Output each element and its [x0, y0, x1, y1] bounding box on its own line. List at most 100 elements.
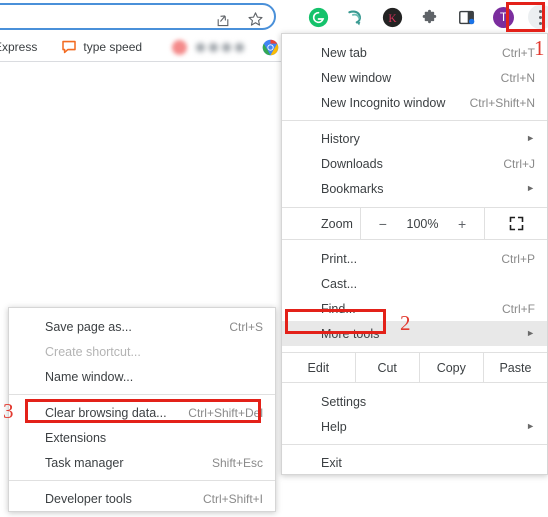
- menu-item-print[interactable]: Print... Ctrl+P: [282, 246, 547, 271]
- more-tools-submenu: Save page as... Ctrl+S Create shortcut..…: [8, 307, 276, 512]
- menu-item-label: Task manager: [45, 455, 124, 470]
- extensions-puzzle-icon[interactable]: [411, 2, 448, 32]
- annotation-number-1: 1: [534, 36, 545, 60]
- profile-avatar[interactable]: T: [485, 2, 522, 32]
- menu-item-label: Settings: [321, 394, 367, 409]
- bookmark-item-blurred[interactable]: [172, 39, 245, 55]
- menu-item-label: Create shortcut...: [45, 344, 141, 359]
- chevron-right-icon: ►: [526, 183, 535, 193]
- zoom-level-value: 100%: [406, 216, 439, 231]
- menu-item-label: New Incognito window: [321, 95, 446, 110]
- menu-item-label: Cast...: [321, 276, 358, 291]
- three-dot-kebab-icon: [527, 5, 548, 29]
- menu-item-new-window[interactable]: New window Ctrl+N: [282, 65, 547, 90]
- menu-item-history[interactable]: History ►: [282, 126, 547, 151]
- menu-item-shortcut: Ctrl+Shift+Del: [188, 405, 263, 420]
- menu-item-label: More tools: [321, 326, 380, 341]
- menu-item-shortcut: Ctrl+T: [502, 45, 535, 60]
- menu-item-exit[interactable]: Exit: [282, 450, 547, 475]
- menu-item-label: New tab: [321, 45, 367, 60]
- submenu-item-name-window[interactable]: Name window...: [9, 364, 275, 389]
- menu-item-shortcut: Shift+Esc: [211, 455, 263, 470]
- star-bookmark-icon[interactable]: [247, 11, 264, 28]
- bookmark-label: type speed: [83, 40, 143, 54]
- menu-item-shortcut: Ctrl+S: [229, 319, 263, 334]
- edit-label: Edit: [282, 353, 356, 382]
- copy-button[interactable]: Copy: [420, 353, 484, 382]
- zoom-label: Zoom: [321, 216, 353, 231]
- blurred-bookmark-label: [196, 42, 245, 52]
- save-to-extension-icon[interactable]: [337, 2, 374, 32]
- paste-button[interactable]: Paste: [484, 353, 547, 382]
- menu-item-shortcut: Ctrl+N: [500, 70, 535, 85]
- menu-item-cast[interactable]: Cast...: [282, 271, 547, 296]
- menu-item-settings[interactable]: Settings: [282, 389, 547, 414]
- browser-screenshot: K T xpress type speed New tab Ctrl+T New…: [0, 0, 548, 517]
- avatar-initial: T: [493, 6, 514, 28]
- zoom-row: Zoom − 100% +: [282, 207, 547, 240]
- fullscreen-button[interactable]: [485, 208, 547, 239]
- menu-item-help[interactable]: Help ►: [282, 414, 547, 439]
- menu-item-shortcut: Ctrl+Shift+N: [469, 95, 535, 110]
- zoom-out-button[interactable]: −: [375, 216, 391, 232]
- menu-item-label: Extensions: [45, 430, 107, 445]
- menu-item-find[interactable]: Find... Ctrl+F: [282, 296, 547, 321]
- submenu-item-create-shortcut: Create shortcut...: [9, 339, 275, 364]
- share-icon[interactable]: [215, 12, 231, 28]
- menu-divider: [9, 394, 275, 395]
- blurred-favicon: [172, 39, 188, 55]
- submenu-item-save-page-as[interactable]: Save page as... Ctrl+S: [9, 314, 275, 339]
- chat-bubble-icon: [61, 39, 77, 55]
- menu-item-more-tools[interactable]: More tools ►: [282, 321, 547, 346]
- menu-item-shortcut: Ctrl+J: [503, 156, 535, 171]
- menu-item-label: Print...: [321, 251, 358, 266]
- menu-item-downloads[interactable]: Downloads Ctrl+J: [282, 151, 547, 176]
- fullscreen-expand-icon: [509, 216, 523, 231]
- menu-item-new-tab[interactable]: New tab Ctrl+T: [282, 40, 547, 65]
- chevron-right-icon: ►: [526, 328, 535, 338]
- menu-item-bookmarks[interactable]: Bookmarks ►: [282, 176, 547, 201]
- menu-item-label: Find...: [321, 301, 356, 316]
- submenu-item-clear-browsing-data[interactable]: Clear browsing data... Ctrl+Shift+Del: [9, 400, 275, 425]
- annotation-number-3: 3: [3, 399, 14, 423]
- chrome-main-menu: New tab Ctrl+T New window Ctrl+N New Inc…: [281, 33, 548, 475]
- side-panel-icon[interactable]: [448, 2, 485, 32]
- chrome-menu-button[interactable]: [522, 2, 548, 32]
- menu-divider: [9, 480, 275, 481]
- menu-divider: [282, 120, 547, 121]
- menu-item-label: Exit: [321, 455, 342, 470]
- edit-row: Edit Cut Copy Paste: [282, 352, 547, 383]
- grammarly-extension-icon[interactable]: [300, 2, 337, 32]
- chrome-logo-icon: [262, 39, 279, 56]
- submenu-item-task-manager[interactable]: Task manager Shift+Esc: [9, 450, 275, 475]
- menu-item-label: History: [321, 131, 360, 146]
- svg-text:K: K: [388, 12, 397, 24]
- menu-item-shortcut: Ctrl+Shift+I: [202, 491, 263, 506]
- menu-item-shortcut: Ctrl+P: [501, 251, 535, 266]
- bookmark-label: Express: [0, 40, 38, 54]
- menu-item-new-incognito-window[interactable]: New Incognito window Ctrl+Shift+N: [282, 90, 547, 115]
- menu-item-label: Developer tools: [45, 491, 132, 506]
- browser-toolbar: K T: [0, 0, 548, 33]
- chevron-right-icon: ►: [526, 421, 535, 431]
- menu-item-label: Save page as...: [45, 319, 132, 334]
- menu-item-label: Help: [321, 419, 347, 434]
- menu-item-label: Clear browsing data...: [45, 405, 167, 420]
- zoom-in-button[interactable]: +: [454, 216, 470, 232]
- kaspersky-extension-icon[interactable]: K: [374, 2, 411, 32]
- menu-item-shortcut: Ctrl+F: [502, 301, 535, 316]
- bookmark-item[interactable]: type speed: [61, 39, 142, 55]
- menu-item-label: New window: [321, 70, 392, 85]
- menu-divider: [282, 444, 547, 445]
- menu-item-label: Bookmarks: [321, 181, 384, 196]
- bookmark-item-chrome[interactable]: [262, 39, 279, 56]
- extensions-toolbar: K T: [300, 2, 548, 32]
- cut-button[interactable]: Cut: [356, 353, 420, 382]
- bookmark-item[interactable]: Express: [0, 40, 37, 54]
- submenu-item-extensions[interactable]: Extensions: [9, 425, 275, 450]
- menu-item-label: Name window...: [45, 369, 134, 384]
- address-bar[interactable]: [0, 3, 276, 30]
- menu-item-label: Downloads: [321, 156, 383, 171]
- submenu-item-developer-tools[interactable]: Developer tools Ctrl+Shift+I: [9, 486, 275, 511]
- chevron-right-icon: ►: [526, 133, 535, 143]
